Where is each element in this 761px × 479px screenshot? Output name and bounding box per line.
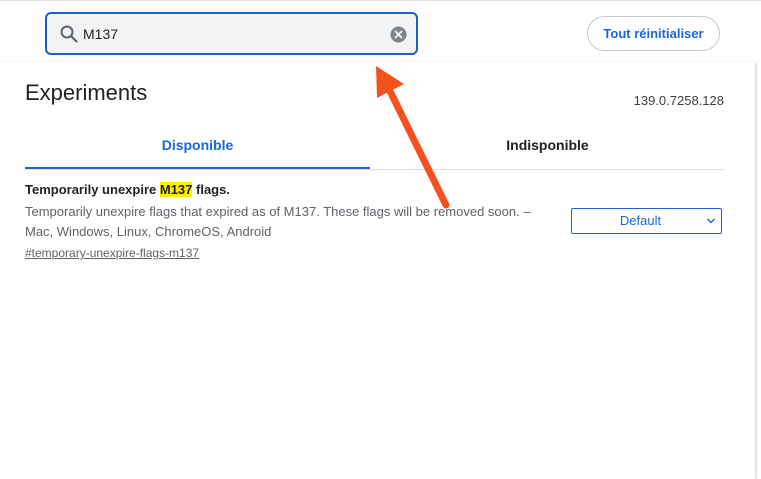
search-box[interactable] xyxy=(45,12,418,55)
search-icon xyxy=(60,25,78,43)
flag-name: Temporarily unexpire M137 flags. xyxy=(25,180,725,200)
flag-state-select[interactable]: Default xyxy=(571,208,722,234)
version-label: 139.0.7258.128 xyxy=(633,93,724,108)
page-title: Experiments xyxy=(25,80,148,105)
search-input[interactable] xyxy=(83,22,373,46)
tab-bar: Disponible Indisponible xyxy=(25,124,725,170)
experiments-panel: Experiments 139.0.7258.128 Disponible In… xyxy=(0,62,756,479)
search-match-highlight: M137 xyxy=(159,182,193,197)
reset-all-button[interactable]: Tout réinitialiser xyxy=(587,16,720,51)
search-header: Tout réinitialiser xyxy=(0,0,761,62)
chevron-down-icon xyxy=(707,218,715,224)
flags-page: Tout réinitialiser Experiments 139.0.725… xyxy=(0,0,761,479)
flag-name-prefix: Temporarily unexpire xyxy=(25,182,160,197)
flag-permalink[interactable]: #temporary-unexpire-flags-m137 xyxy=(25,244,199,262)
tab-unavailable[interactable]: Indisponible xyxy=(375,124,720,169)
flag-state-value: Default xyxy=(619,213,662,228)
tab-available[interactable]: Disponible xyxy=(25,124,370,169)
flag-name-suffix: flags. xyxy=(192,182,230,197)
flag-description: Temporarily unexpire flags that expired … xyxy=(25,204,531,239)
clear-icon[interactable] xyxy=(390,26,407,43)
